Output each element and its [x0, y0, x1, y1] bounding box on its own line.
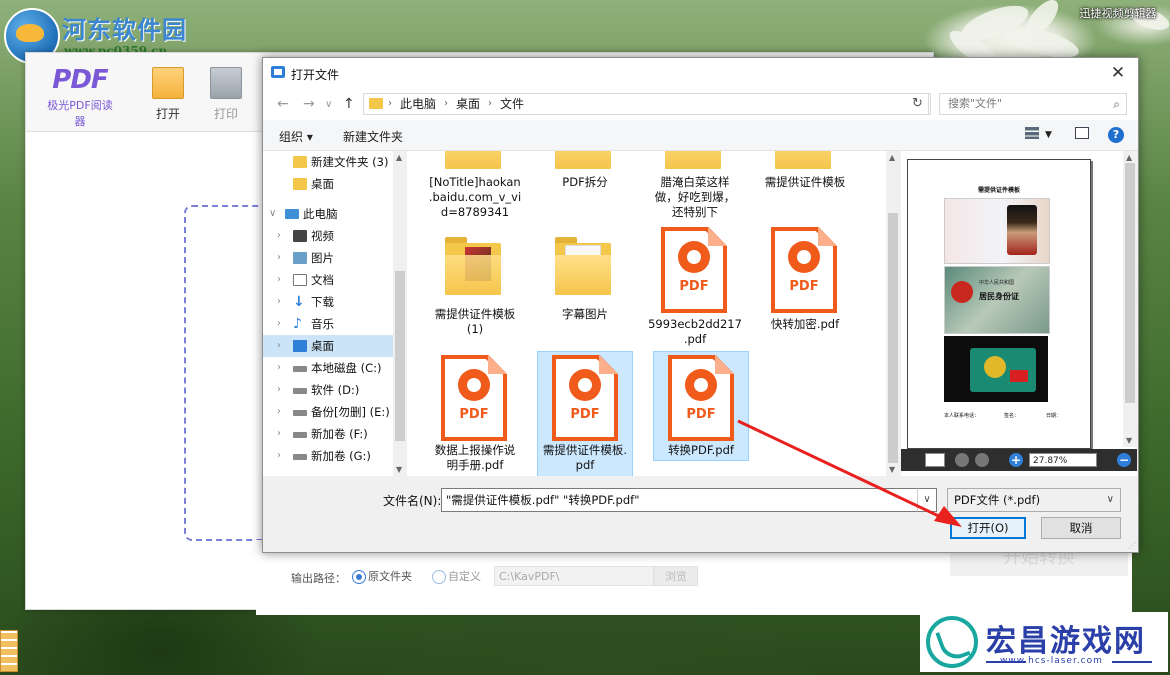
corner-app-icon[interactable]	[0, 630, 18, 672]
watermark-url-bottom: www.hcs-laser.com	[1000, 656, 1103, 666]
watermark-bottom: 宏昌游戏网 www.hcs-laser.com	[920, 612, 1168, 672]
watermark-brand: 宏昌游戏网	[986, 624, 1146, 659]
watermark-divider	[1112, 661, 1152, 663]
dragon-logo-icon	[926, 616, 978, 668]
annotation-arrow-line	[737, 419, 946, 521]
annotation-arrow	[737, 419, 962, 527]
annotation-arrowhead	[934, 506, 962, 527]
